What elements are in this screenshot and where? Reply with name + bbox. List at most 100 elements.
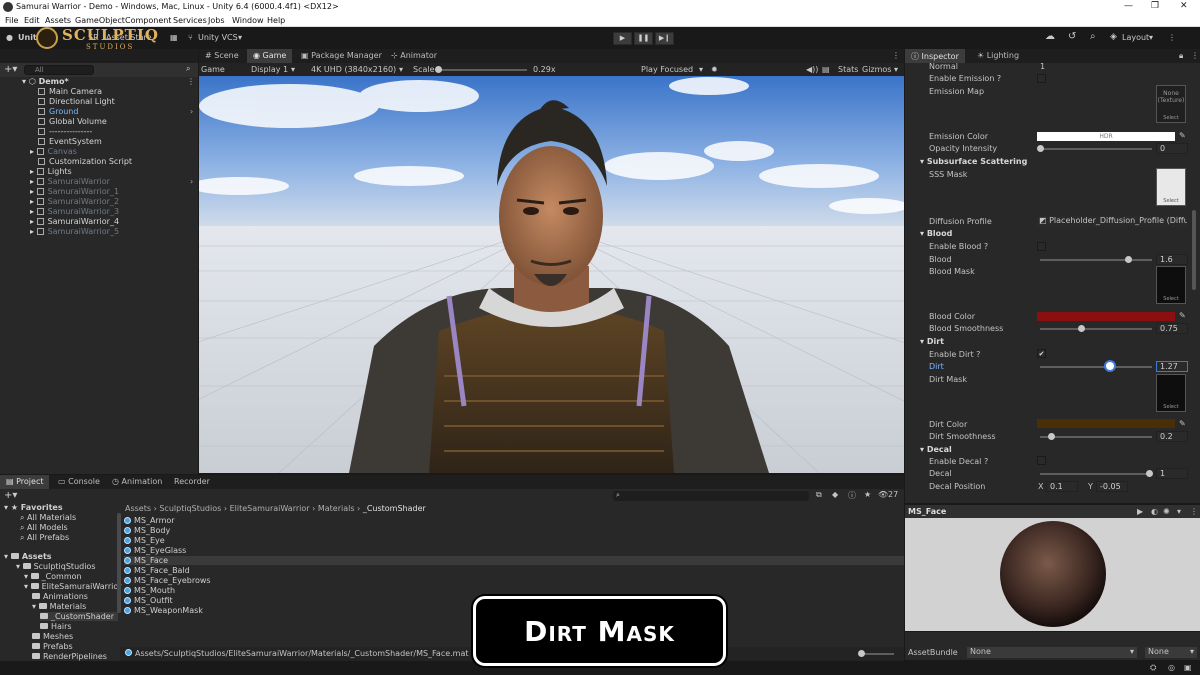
assets-header[interactable]: ▾ Assets [4,552,52,561]
hierarchy-item[interactable]: ▸ SamuraiWarrior_2 [30,197,119,206]
breadcrumb-item[interactable]: EliteSamuraiWarrior [230,504,310,513]
bug-icon[interactable]: ✹ [711,65,718,74]
decal-slider-track[interactable] [1040,473,1152,475]
blood-slider-knob[interactable] [1125,256,1132,263]
expand-arrow-icon[interactable]: ▸ [30,187,34,196]
status-icon-1[interactable]: ⛭ [1150,663,1156,673]
scale-slider-knob[interactable] [435,66,442,73]
decal-x-field[interactable]: 0.1 [1046,481,1078,492]
diffusion-profile-field[interactable]: ◩ Placeholder_Diffusion_Profile (Diffus [1037,216,1187,227]
vcs-button[interactable]: Unity VCS [198,33,238,42]
dirt-slider-knob[interactable] [1106,362,1114,370]
preview-menu-icon[interactable]: ⋮ [1190,507,1198,516]
vcs-icon[interactable]: ⑂ [188,33,193,42]
material-file-item[interactable]: MS_Outfit [124,596,173,605]
tree-arrow-icon[interactable]: ▾ [16,562,23,571]
hierarchy-item[interactable]: ▸ SamuraiWarrior_3 [30,207,119,216]
tab-animation[interactable]: ◷ Animation [106,475,168,489]
enable-blood-checkbox[interactable] [1037,242,1046,251]
decal-y-field[interactable]: -0.05 [1096,481,1128,492]
sss-mask-thumbnail[interactable]: Select [1156,168,1186,206]
prefab-open-icon[interactable]: › [190,107,193,116]
dirt-eyedropper-icon[interactable]: ✎ [1179,419,1186,428]
prefab-open-icon[interactable]: › [190,177,193,186]
blood-mask-thumbnail[interactable]: Select [1156,266,1186,304]
scene-menu-icon[interactable]: ⋮ [187,77,195,86]
material-file-item[interactable]: MS_Face [124,556,904,565]
dirt-value-field[interactable]: 1.27 [1156,361,1188,372]
hierarchy-item[interactable]: ▸ Lights [30,167,72,176]
material-file-item[interactable]: MS_WeaponMask [124,606,203,615]
vcs-chevron-icon[interactable]: ▾ [238,33,242,42]
decal-value-field[interactable]: 1 [1156,468,1188,479]
play-button[interactable]: ▶ [613,32,632,45]
hierarchy-item[interactable]: Customization Script [38,157,132,166]
blood-mask-select[interactable]: Select [1157,296,1185,302]
dirt-smoothness-track[interactable] [1040,436,1152,438]
play-mode-chevron-icon[interactable]: ▾ [699,65,703,74]
material-preview[interactable]: ◆ [905,518,1200,641]
cloud-icon[interactable]: ☁ [1045,31,1055,42]
layout-chevron-icon[interactable]: ▾ [1149,33,1153,42]
hierarchy-item[interactable]: Directional Light [38,97,115,106]
preview-settings-icon[interactable]: ▾ [1177,507,1181,516]
filter-label-icon[interactable]: ◆ [832,490,838,499]
dirt-slider-track[interactable] [1040,366,1152,368]
normal-value[interactable]: 1 [1040,62,1045,71]
favorite-item[interactable]: ⌕ All Models [20,523,68,533]
material-file-item[interactable]: MS_Face_Eyebrows [124,576,211,585]
folder-item[interactable]: ▾ SculptiqStudios [16,562,96,571]
favorite-star-icon[interactable]: ★ [864,490,871,499]
menu-file[interactable]: File [5,16,18,25]
tab-inspector[interactable]: ⓘ Inspector [905,49,965,63]
hierarchy-search-input[interactable]: All [24,65,94,75]
sss-header[interactable]: ▾ Subsurface Scattering [920,157,1027,166]
hierarchy-item[interactable]: ▸ Canvas [30,147,77,156]
search-toggle-icon[interactable]: ⌕ [186,64,190,74]
play-mode-dropdown[interactable]: Play Focused [641,65,693,74]
inspector-scrollbar[interactable] [1192,210,1196,290]
assetbundle-dropdown[interactable]: None ▾ [967,647,1137,658]
favorite-item[interactable]: ⌕ All Materials [20,513,76,523]
favorite-item[interactable]: ⌕ All Prefabs [20,533,69,543]
dirt-smoothness-knob[interactable] [1048,433,1055,440]
expand-arrow-icon[interactable]: ▸ [30,227,34,236]
display-label[interactable]: Display 1 [251,65,288,74]
menu-dots-icon[interactable]: ⋮ [1168,33,1176,42]
inspector-menu-icon[interactable]: ⋮ [1191,51,1199,60]
scale-slider-track[interactable] [437,69,527,71]
layers-icon[interactable]: ◈ [1110,32,1117,42]
tab-project[interactable]: ▤ Project [0,475,50,489]
gizmos-chevron-icon[interactable]: ▾ [894,65,898,74]
folder-item[interactable]: Animations [32,592,88,601]
status-icon-2[interactable]: ◎ [1168,663,1175,672]
sss-mask-select[interactable]: Select [1157,198,1185,204]
decal-slider-knob[interactable] [1146,470,1153,477]
expand-arrow-icon[interactable]: ▸ [30,147,34,156]
account-icon[interactable]: ● [6,33,13,42]
hierarchy-item[interactable]: --------------- [38,127,92,136]
material-file-item[interactable]: MS_Face_Bald [124,566,190,575]
tab-game[interactable]: ◉ Game [247,49,293,63]
hierarchy-item[interactable]: ▸ SamuraiWarrior_4 [30,217,119,226]
menu-window[interactable]: Window [232,16,264,25]
tab-package-manager[interactable]: ▣ Package Manager [295,49,388,63]
blood-value-field[interactable]: 1.6 [1156,254,1188,265]
emission-color-swatch[interactable]: HDR [1037,132,1175,141]
hierarchy-item[interactable]: ▸ SamuraiWarrior [30,177,110,186]
folder-item[interactable]: Prefabs [32,642,73,651]
enable-dirt-checkbox[interactable]: ✔ [1037,349,1046,358]
stats-button[interactable]: Stats [838,65,858,74]
dirt-color-swatch[interactable] [1037,419,1175,428]
minimize-icon[interactable]: — [1124,1,1133,11]
folder-item[interactable]: ▾ Materials [32,602,86,611]
folder-item[interactable]: Meshes [32,632,73,641]
add-icon[interactable]: +▾ [4,64,17,75]
emission-map-thumbnail[interactable]: None (Texture) Select [1156,85,1186,123]
breadcrumb-item[interactable]: Materials [318,504,355,513]
expand-arrow-icon[interactable]: ▸ [30,207,34,216]
tab-scene[interactable]: # Scene [199,49,245,63]
tab-recorder[interactable]: Recorder [168,475,216,489]
audio-icon[interactable]: ◀)) [806,65,818,74]
project-search-input[interactable]: ⌕ [613,491,809,501]
